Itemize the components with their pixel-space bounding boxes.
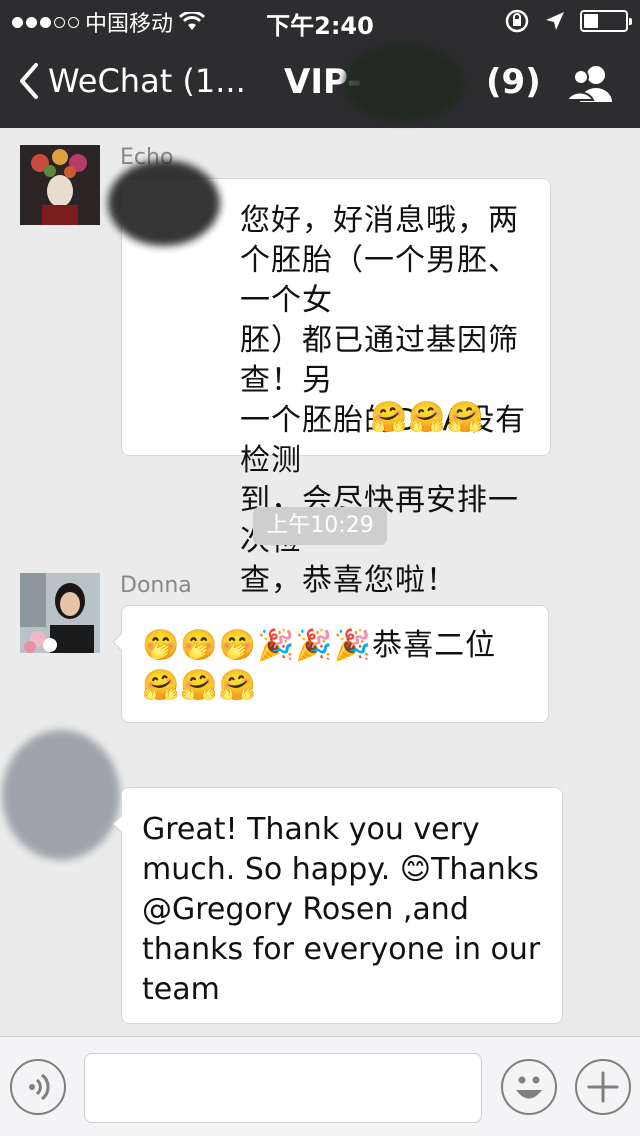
sender-name: Donna — [120, 573, 192, 598]
message-bubble[interactable]: 🤭🤭🤭🎉🎉🎉恭喜二位 🤗🤗🤗 — [112, 605, 549, 723]
message-text: Great! Thank you very much. So happy. 😊T… — [142, 812, 541, 1007]
redaction-smudge — [2, 730, 120, 860]
emoji-line: 🤭🤭🤭🎉🎉🎉 — [142, 628, 373, 663]
message-bubble[interactable]: Great! Thank you very much. So happy. 😊T… — [112, 787, 563, 1024]
chevron-left-icon — [20, 63, 38, 99]
rotation-lock-icon — [505, 9, 529, 33]
back-button[interactable]: WeChat (1... — [18, 62, 246, 100]
emoji-icon — [516, 1076, 542, 1099]
timestamp: 上午10:29 — [253, 507, 387, 545]
message-input[interactable] — [84, 1053, 482, 1123]
add-button[interactable] — [575, 1059, 631, 1115]
message-text: 🤭🤭🤭🎉🎉🎉恭喜二位 🤗🤗🤗 — [142, 626, 528, 706]
emoji-line: 🤗🤗🤗 — [142, 668, 258, 703]
redaction-smudge — [344, 44, 464, 122]
status-bar: 中国移动 下午2:40 — [0, 0, 640, 40]
message-emoji: 🤗🤗🤗 — [370, 400, 486, 435]
location-icon — [546, 12, 564, 30]
top-bar: 中国移动 下午2:40 WeChat (1... VIP- (9) — [0, 0, 640, 128]
avatar-image — [20, 145, 100, 225]
plus-icon — [587, 1071, 619, 1103]
group-info-button[interactable] — [565, 64, 616, 104]
group-icon — [565, 66, 612, 102]
member-count: (9) — [486, 62, 541, 102]
avatar-echo[interactable] — [20, 145, 100, 225]
status-right — [504, 8, 632, 34]
avatar-image — [20, 573, 100, 653]
voice-icon — [29, 1073, 50, 1101]
redaction-smudge — [108, 160, 220, 246]
avatar-donna[interactable] — [20, 573, 100, 653]
message-words: 恭喜二位 — [372, 628, 497, 663]
voice-button[interactable] — [10, 1059, 66, 1115]
smile-emoji: 😊 — [399, 852, 432, 887]
emoji-button[interactable] — [501, 1059, 557, 1115]
back-label: WeChat (1... — [48, 62, 246, 100]
battery-icon — [580, 10, 632, 32]
nav-bar: WeChat (1... VIP- (9) — [0, 40, 640, 128]
battery-fill — [584, 14, 599, 28]
input-bar — [0, 1036, 640, 1136]
